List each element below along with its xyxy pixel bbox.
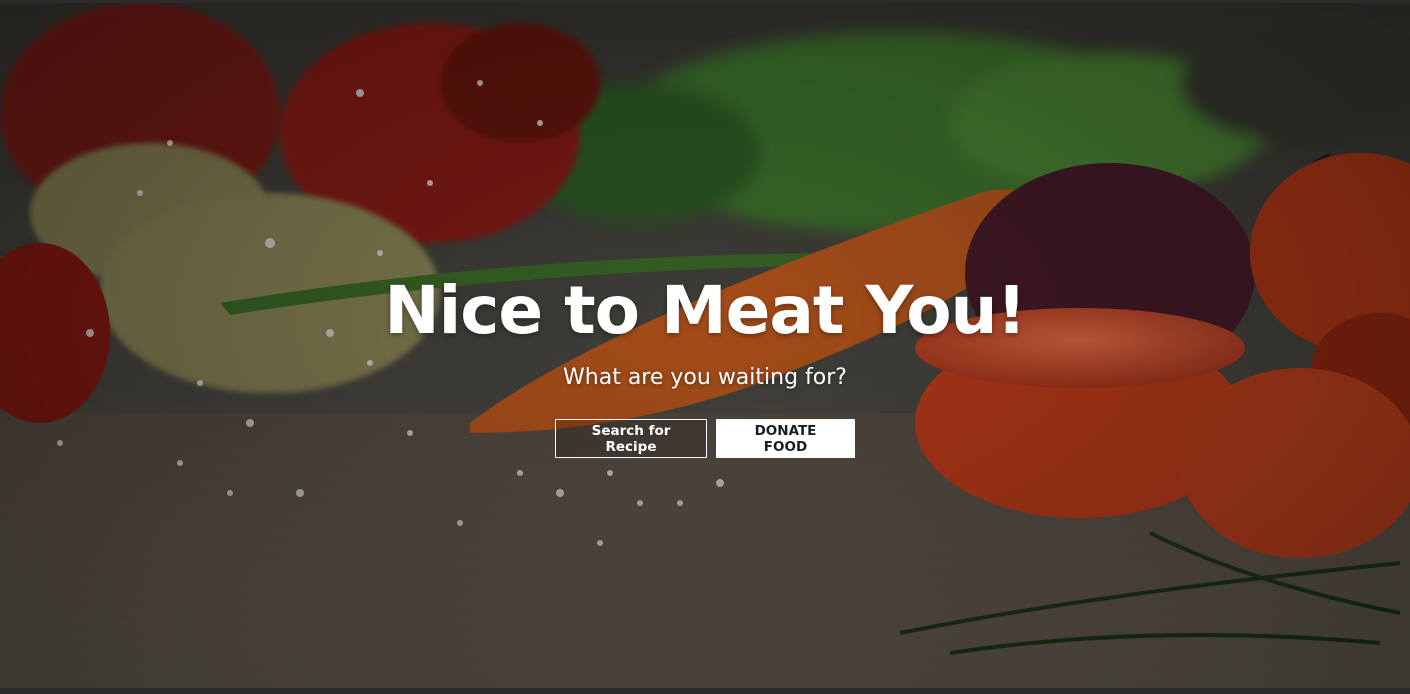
hero-buttons: Search for Recipe DONATE FOOD [0, 419, 1410, 458]
bottom-border [0, 688, 1410, 694]
hero-content: Nice to Meat You! What are you waiting f… [0, 267, 1410, 458]
donate-food-button[interactable]: DONATE FOOD [716, 419, 855, 458]
hero-section: Nice to Meat You! What are you waiting f… [0, 0, 1410, 694]
search-recipe-button[interactable]: Search for Recipe [555, 419, 707, 458]
hero-subtitle: What are you waiting for? [563, 365, 847, 390]
hero-title: Nice to Meat You! [384, 272, 1026, 349]
